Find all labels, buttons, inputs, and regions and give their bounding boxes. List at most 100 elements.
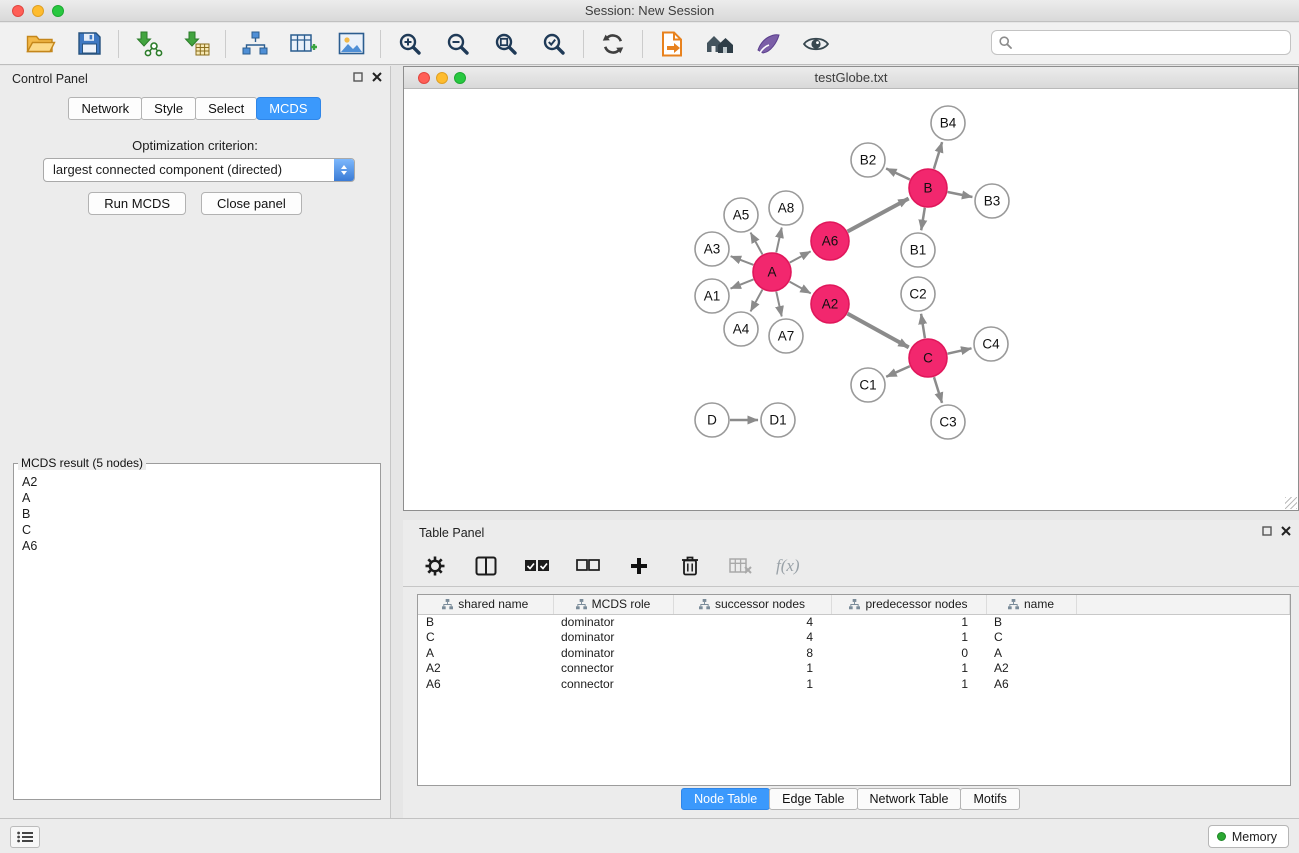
mcds-result-list[interactable]: A2ABCA6 bbox=[16, 472, 378, 797]
tab-network[interactable]: Network bbox=[68, 97, 142, 120]
column-header[interactable]: predecessor nodes bbox=[831, 595, 986, 614]
edge-C-C2[interactable] bbox=[921, 314, 925, 338]
table-cell[interactable]: A bbox=[418, 645, 553, 661]
float-panel-icon[interactable] bbox=[1262, 526, 1272, 536]
edge-B-B4[interactable] bbox=[934, 142, 942, 169]
close-panel-icon[interactable] bbox=[1281, 526, 1291, 536]
table-row[interactable]: Adominator80A bbox=[418, 645, 1290, 661]
show-graphics-details-button[interactable] bbox=[800, 28, 832, 60]
table-cell[interactable]: 1 bbox=[673, 661, 831, 677]
export-image-button[interactable] bbox=[335, 28, 367, 60]
network-canvas[interactable]: B4B2BB3A8A5A6B1A3AC2A1A2A4A7C4CC1C3DD1 bbox=[404, 90, 1298, 510]
table-cell[interactable]: A2 bbox=[418, 661, 553, 677]
table-row[interactable]: A6connector11A6 bbox=[418, 676, 1290, 692]
home-overview-button[interactable] bbox=[704, 28, 736, 60]
table-cell[interactable]: 1 bbox=[673, 676, 831, 692]
tab-node-table[interactable]: Node Table bbox=[681, 788, 770, 810]
edge-C-C1[interactable] bbox=[886, 366, 910, 377]
table-cell[interactable]: A6 bbox=[418, 676, 553, 692]
table-cell[interactable]: 1 bbox=[831, 614, 986, 630]
column-header[interactable]: name bbox=[986, 595, 1076, 614]
open-file-button[interactable] bbox=[25, 28, 57, 60]
table-cell[interactable]: dominator bbox=[553, 614, 673, 630]
table-cell[interactable]: dominator bbox=[553, 645, 673, 661]
table-cell[interactable]: C bbox=[418, 630, 553, 646]
edge-A-A6[interactable] bbox=[790, 251, 811, 262]
network-maximize-button[interactable] bbox=[454, 72, 466, 84]
column-header[interactable]: shared name bbox=[418, 595, 553, 614]
open-session-file-button[interactable] bbox=[656, 28, 688, 60]
table-settings-button[interactable] bbox=[419, 550, 451, 582]
table-row[interactable]: A2connector11A2 bbox=[418, 661, 1290, 677]
zoom-out-button[interactable] bbox=[442, 28, 474, 60]
memory-button[interactable]: Memory bbox=[1208, 825, 1289, 848]
float-panel-icon[interactable] bbox=[353, 72, 363, 82]
table-cell[interactable]: B bbox=[986, 614, 1076, 630]
table-cell[interactable]: dominator bbox=[553, 630, 673, 646]
table-row[interactable]: Cdominator41C bbox=[418, 630, 1290, 646]
minimize-window-button[interactable] bbox=[32, 5, 44, 17]
mcds-result-item[interactable]: B bbox=[16, 506, 378, 522]
edge-C-C4[interactable] bbox=[948, 348, 972, 353]
resize-handle[interactable] bbox=[1285, 497, 1297, 509]
table-cell[interactable]: connector bbox=[553, 661, 673, 677]
tab-mcds[interactable]: MCDS bbox=[256, 97, 320, 120]
table-cell[interactable]: 4 bbox=[673, 614, 831, 630]
edge-B-B1[interactable] bbox=[921, 208, 925, 231]
edge-A-A8[interactable] bbox=[776, 228, 781, 253]
network-manager-button[interactable] bbox=[239, 28, 271, 60]
style-paint-button[interactable] bbox=[752, 28, 784, 60]
edge-B-B2[interactable] bbox=[886, 168, 910, 179]
import-network-button[interactable] bbox=[132, 28, 164, 60]
tab-edge-table[interactable]: Edge Table bbox=[769, 788, 857, 810]
column-header[interactable]: successor nodes bbox=[673, 595, 831, 614]
close-panel-button[interactable]: Close panel bbox=[201, 192, 302, 215]
mcds-result-item[interactable]: A2 bbox=[16, 474, 378, 490]
table-cell[interactable]: 4 bbox=[673, 630, 831, 646]
zoom-in-button[interactable] bbox=[394, 28, 426, 60]
zoom-fit-button[interactable] bbox=[490, 28, 522, 60]
optimization-criterion-select[interactable]: largest connected component (directed) bbox=[43, 158, 355, 182]
tab-network-table[interactable]: Network Table bbox=[857, 788, 962, 810]
close-panel-icon[interactable] bbox=[372, 72, 382, 82]
mcds-result-item[interactable]: C bbox=[16, 522, 378, 538]
column-header[interactable]: MCDS role bbox=[553, 595, 673, 614]
tab-style[interactable]: Style bbox=[141, 97, 196, 120]
network-minimize-button[interactable] bbox=[436, 72, 448, 84]
edge-A-A7[interactable] bbox=[776, 292, 781, 317]
tab-motifs[interactable]: Motifs bbox=[960, 788, 1019, 810]
edge-A-A1[interactable] bbox=[731, 279, 754, 288]
table-cell[interactable]: 1 bbox=[831, 630, 986, 646]
table-cell[interactable]: 8 bbox=[673, 645, 831, 661]
edge-A-A2[interactable] bbox=[790, 282, 811, 294]
select-all-columns-button[interactable] bbox=[521, 550, 553, 582]
zoom-selected-button[interactable] bbox=[538, 28, 570, 60]
show-columns-button[interactable] bbox=[470, 550, 502, 582]
new-table-button[interactable] bbox=[287, 28, 319, 60]
refresh-button[interactable] bbox=[597, 28, 629, 60]
table-cell[interactable]: A bbox=[986, 645, 1076, 661]
task-history-button[interactable] bbox=[10, 826, 40, 848]
mcds-result-item[interactable]: A6 bbox=[16, 538, 378, 554]
run-mcds-button[interactable]: Run MCDS bbox=[88, 192, 186, 215]
save-session-button[interactable] bbox=[73, 28, 105, 60]
table-cell[interactable]: connector bbox=[553, 676, 673, 692]
tab-select[interactable]: Select bbox=[195, 97, 257, 120]
table-cell[interactable]: B bbox=[418, 614, 553, 630]
edge-B-B3[interactable] bbox=[948, 192, 973, 197]
maximize-window-button[interactable] bbox=[52, 5, 64, 17]
delete-table-button[interactable] bbox=[725, 550, 757, 582]
search-input[interactable] bbox=[991, 30, 1291, 55]
mcds-result-item[interactable]: A bbox=[16, 490, 378, 506]
create-column-button[interactable] bbox=[623, 550, 655, 582]
function-builder-button[interactable]: f(x) bbox=[776, 556, 800, 576]
network-graph[interactable]: B4B2BB3A8A5A6B1A3AC2A1A2A4A7C4CC1C3DD1 bbox=[404, 90, 1298, 511]
delete-column-button[interactable] bbox=[674, 550, 706, 582]
table-row[interactable]: Bdominator41B bbox=[418, 614, 1290, 630]
deselect-all-columns-button[interactable] bbox=[572, 550, 604, 582]
import-table-button[interactable] bbox=[180, 28, 212, 60]
table-cell[interactable]: A2 bbox=[986, 661, 1076, 677]
edge-A-A4[interactable] bbox=[751, 290, 763, 312]
edge-A2-C[interactable] bbox=[848, 314, 909, 348]
edge-A6-B[interactable] bbox=[848, 198, 909, 231]
